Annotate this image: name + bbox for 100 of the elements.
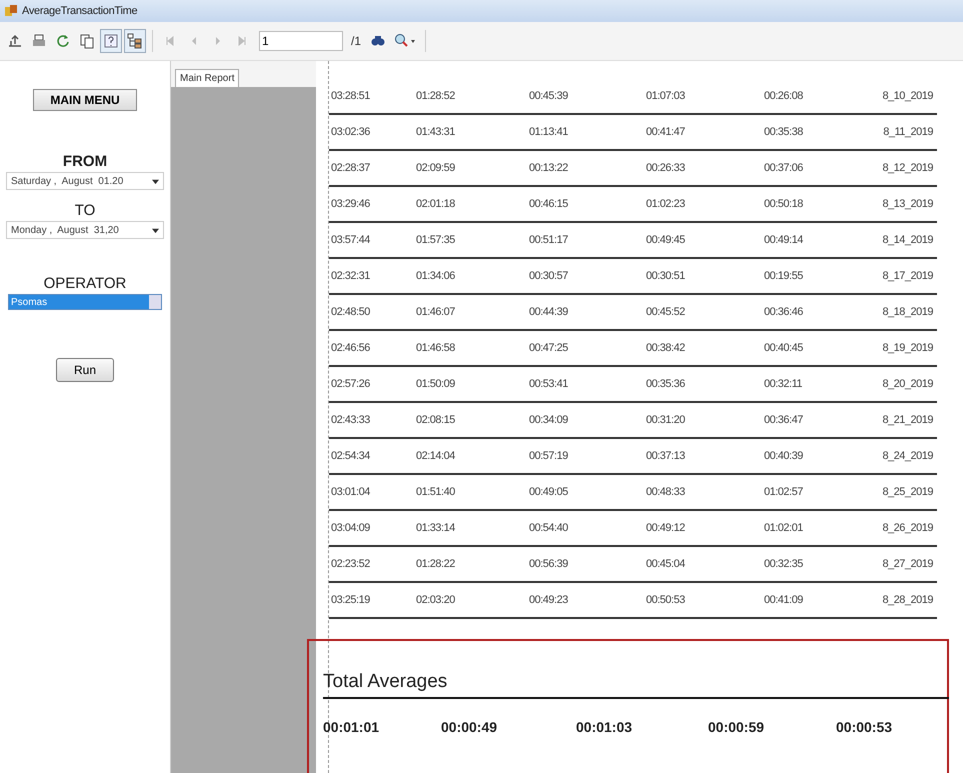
table-cell-text: 01:28:52 bbox=[416, 90, 456, 102]
table-cell-text: 8_21_2019 bbox=[881, 414, 934, 426]
from-date-picker[interactable]: Saturday , August 01.20 bbox=[6, 172, 164, 190]
page-number-field[interactable]: 1 bbox=[259, 31, 343, 51]
table-cell-text: 00:19:55 bbox=[764, 270, 804, 282]
table-cell-text: 8_12_2019 bbox=[881, 162, 934, 174]
help-button[interactable] bbox=[100, 29, 122, 53]
table-cell-text: 8_19_2019 bbox=[881, 342, 934, 354]
table-cell-text: 00:41:09 bbox=[764, 594, 804, 606]
table-cell-text: 00:35:38 bbox=[764, 126, 804, 138]
table-cell-text: 00:56:39 bbox=[529, 558, 569, 570]
table-cell-text: 02:46:56 bbox=[331, 342, 371, 354]
table-cell-text: 8_20_2019 bbox=[881, 378, 934, 390]
table-cell-text: 00:50:53 bbox=[646, 594, 686, 606]
total-value: 00:00:49 bbox=[441, 719, 498, 735]
table-cell-text: 00:34:09 bbox=[529, 414, 569, 426]
table-cell-text: 02:08:15 bbox=[416, 414, 456, 426]
table-cell-text: 00:44:39 bbox=[529, 306, 569, 318]
table-cell-text: 01:34:06 bbox=[416, 270, 456, 282]
table-cell-text: 00:38:42 bbox=[646, 342, 686, 354]
table-cell-text: 00:31:20 bbox=[646, 414, 686, 426]
table-cell-text: 00:30:51 bbox=[646, 270, 686, 282]
table-cell-text: 00:50:18 bbox=[764, 198, 804, 210]
table-cell-text: 8_10_2019 bbox=[881, 90, 934, 102]
table-cell-text: 02:43:33 bbox=[331, 414, 371, 426]
report-tab[interactable]: Main Report bbox=[175, 69, 240, 87]
table-cell-text: 00:47:25 bbox=[529, 342, 569, 354]
table-cell-text: 01:51:40 bbox=[416, 486, 456, 498]
table-cell-text: 00:51:17 bbox=[529, 234, 569, 246]
total-value: 00:00:59 bbox=[708, 719, 766, 735]
table-cell-text: 8_17_2019 bbox=[881, 270, 934, 282]
dropdown-arrow-icon bbox=[152, 178, 159, 184]
copy-icon bbox=[79, 33, 95, 49]
page-total: /1 bbox=[351, 34, 362, 48]
next-page-icon bbox=[213, 36, 223, 46]
tree-icon bbox=[127, 33, 143, 49]
table-cell-text: 00:36:46 bbox=[764, 306, 804, 318]
zoom-icon bbox=[394, 33, 416, 49]
total-value: 00:01:03 bbox=[576, 719, 634, 735]
table-cell-text: 8_26_2019 bbox=[881, 522, 934, 534]
table-cell-text: 00:45:52 bbox=[646, 306, 686, 318]
first-page-icon bbox=[165, 36, 175, 46]
last-page-icon bbox=[237, 36, 247, 46]
run-button[interactable]: Run bbox=[56, 358, 114, 382]
table-cell-text: 01:46:07 bbox=[416, 306, 456, 318]
to-label: TO bbox=[74, 202, 96, 219]
operator-label: OPERATOR bbox=[44, 275, 126, 292]
total-value: 00:01:01 bbox=[323, 719, 380, 735]
table-cell-text: 03:28:51 bbox=[331, 90, 371, 102]
table-cell-text: 01:43:31 bbox=[416, 126, 456, 138]
table-cell-text: 00:49:12 bbox=[646, 522, 686, 534]
table-cell-text: 01:02:01 bbox=[764, 522, 804, 534]
table-cell-text: 00:32:11 bbox=[764, 378, 804, 390]
table-cell-text: 02:01:18 bbox=[416, 198, 456, 210]
dropdown-arrow-icon bbox=[152, 226, 159, 234]
table-cell-text: 00:54:40 bbox=[529, 522, 569, 534]
table-cell-text: 00:53:41 bbox=[529, 378, 569, 390]
table-cell-text: 00:49:05 bbox=[529, 486, 569, 498]
table-cell-text: 00:57:19 bbox=[529, 450, 569, 462]
refresh-icon bbox=[55, 33, 71, 49]
table-cell-text: 00:49:23 bbox=[529, 594, 569, 606]
main-menu-button[interactable]: MAIN MENU bbox=[33, 89, 137, 111]
table-cell-text: 00:46:15 bbox=[529, 198, 569, 210]
tree-button[interactable] bbox=[124, 29, 146, 53]
table-cell-text: 02:03:20 bbox=[416, 594, 456, 606]
table-cell-text: 03:01:04 bbox=[331, 486, 371, 498]
operator-dropdown[interactable]: Psomas bbox=[8, 294, 162, 310]
table-cell-text: 00:40:39 bbox=[764, 450, 804, 462]
table-cell-text: 02:28:37 bbox=[331, 162, 371, 174]
table-cell-text: 02:14:04 bbox=[416, 450, 456, 462]
totals-title: Total Averages bbox=[323, 671, 949, 699]
table-cell-text: 00:26:33 bbox=[646, 162, 686, 174]
window-title: AverageTransactionTime bbox=[22, 5, 138, 17]
table-cell-text: 02:32:31 bbox=[331, 270, 371, 282]
total-value: 00:00:53 bbox=[836, 719, 894, 735]
table-cell-text: 01:07:03 bbox=[646, 90, 686, 102]
table-cell-text: 00:13:22 bbox=[529, 162, 569, 174]
table-cell-text: 01:02:23 bbox=[646, 198, 686, 210]
table-cell-text: 00:36:47 bbox=[764, 414, 804, 426]
table-cell-text: 02:54:34 bbox=[331, 450, 371, 462]
table-cell-text: 01:28:22 bbox=[416, 558, 456, 570]
table-cell-text: 01:57:35 bbox=[416, 234, 456, 246]
help-icon bbox=[103, 33, 119, 49]
print-icon bbox=[31, 33, 47, 49]
from-label: FROM bbox=[62, 153, 108, 170]
to-date-picker[interactable]: Monday , August 31,20 bbox=[6, 221, 164, 239]
table-cell-text: 8_25_2019 bbox=[881, 486, 934, 498]
table-cell-text: 00:40:45 bbox=[764, 342, 804, 354]
table-cell-text: 02:23:52 bbox=[331, 558, 371, 570]
table-cell-text: 00:45:39 bbox=[529, 90, 569, 102]
table-cell-text: 03:25:19 bbox=[331, 594, 371, 606]
table-cell-text: 03:04:09 bbox=[331, 522, 371, 534]
table-cell-text: 00:49:45 bbox=[646, 234, 686, 246]
table-cell-text: 02:48:50 bbox=[331, 306, 371, 318]
app-icon bbox=[4, 4, 18, 18]
table-cell-text: 00:37:06 bbox=[764, 162, 804, 174]
table-cell-text: 00:32:35 bbox=[764, 558, 804, 570]
table-cell-text: 00:49:14 bbox=[764, 234, 804, 246]
table-cell-text: 00:37:13 bbox=[646, 450, 686, 462]
table-cell-text: 03:57:44 bbox=[331, 234, 371, 246]
